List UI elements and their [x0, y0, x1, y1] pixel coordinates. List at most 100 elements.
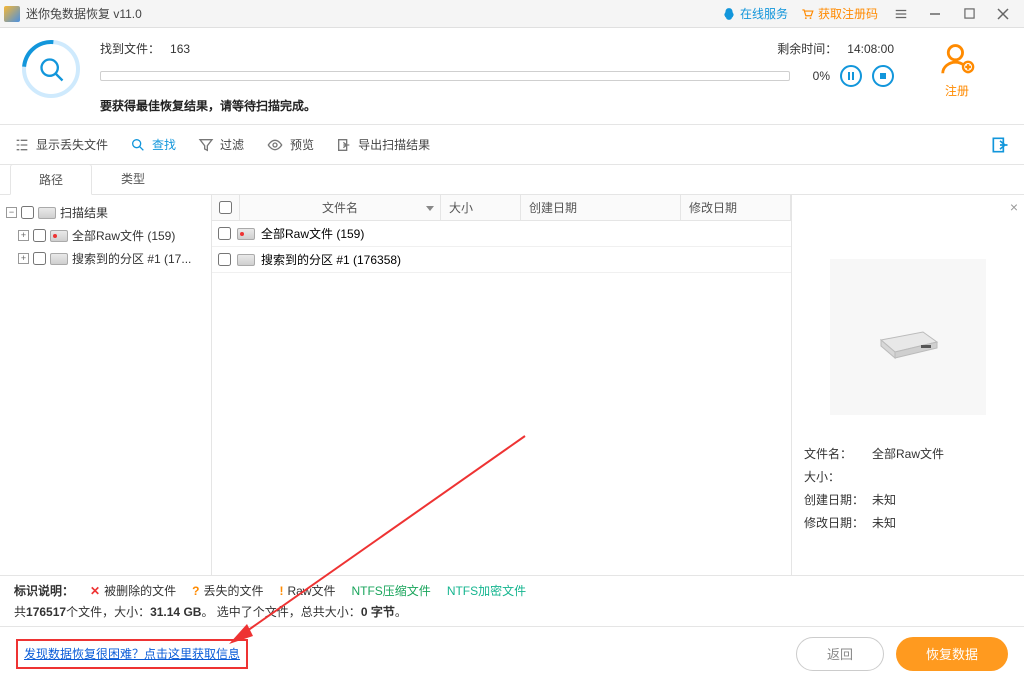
share-icon: [990, 135, 1010, 155]
find-button[interactable]: 查找: [130, 136, 176, 153]
register-label: 注册: [945, 82, 969, 99]
help-link[interactable]: 发现数据恢复很困难？点击这里获取信息: [24, 647, 240, 661]
status-line: 共176517个文件，大小：31.14 GB。 选中了个文件，总共大小：0 字节…: [0, 601, 1024, 626]
window-title: 迷你兔数据恢复 v11.0: [26, 5, 142, 22]
legend: 标识说明： ✕被删除的文件 ?丢失的文件 !Raw文件 NTFS压缩文件 NTF…: [0, 575, 1024, 601]
legend-title: 标识说明：: [14, 582, 74, 599]
recover-button[interactable]: 恢复数据: [896, 637, 1008, 671]
found-files-count: 163: [170, 42, 190, 56]
preview-thumbnail: [830, 259, 986, 415]
tree-raw-label: 全部Raw文件 (159): [72, 227, 175, 244]
raw-mark-icon: !: [279, 584, 283, 598]
total-files: 176517: [26, 605, 66, 619]
drive-red-icon: [237, 228, 255, 240]
eye-icon: [266, 137, 284, 153]
pause-button[interactable]: [840, 65, 862, 87]
tab-type[interactable]: 类型: [92, 163, 174, 194]
legend-raw: Raw文件: [287, 582, 335, 599]
expand-icon[interactable]: +: [18, 253, 29, 264]
scan-progress-icon: [22, 40, 82, 100]
tree-partition-checkbox[interactable]: [33, 252, 46, 265]
back-button[interactable]: 返回: [796, 637, 884, 671]
cart-icon: [800, 7, 814, 21]
detail-filename-val: 全部Raw文件: [872, 445, 944, 462]
get-reg-code-link[interactable]: 获取注册码: [800, 5, 878, 22]
details-panel: × 文件名：全部Raw文件 大小： 创建日期：未知 修改日期：未知: [792, 195, 1024, 575]
remaining-time-label: 剩余时间：: [777, 40, 837, 57]
tree-item-raw[interactable]: + 全部Raw文件 (159): [4, 224, 207, 247]
tree-root-checkbox[interactable]: [21, 206, 34, 219]
remaining-time-value: 14:08:00: [847, 42, 894, 56]
col-name[interactable]: 文件名: [240, 195, 441, 220]
drive-red-icon: [50, 230, 68, 242]
list-icon: [14, 137, 30, 153]
tree-root[interactable]: − 扫描结果: [4, 201, 207, 224]
tab-path[interactable]: 路径: [10, 164, 92, 195]
hdd-icon: [873, 312, 943, 362]
close-details-button[interactable]: ×: [1010, 199, 1018, 215]
toolbar: 显示丢失文件 查找 过滤 预览 导出扫描结果: [0, 125, 1024, 165]
select-all-checkbox[interactable]: [219, 201, 232, 214]
search-icon: [130, 137, 146, 153]
export-label: 导出扫描结果: [358, 136, 430, 153]
back-label: 返回: [827, 644, 853, 663]
preview-label: 预览: [290, 136, 314, 153]
tree-root-label: 扫描结果: [60, 204, 108, 221]
row-checkbox[interactable]: [218, 253, 231, 266]
tab-type-label: 类型: [121, 172, 145, 186]
filter-button[interactable]: 过滤: [198, 136, 244, 153]
register-button[interactable]: 注册: [912, 40, 1002, 99]
col-cdate[interactable]: 创建日期: [521, 195, 681, 220]
online-service-link[interactable]: 在线服务: [722, 5, 788, 22]
sort-desc-icon: [426, 204, 434, 212]
detail-cdate-key: 创建日期：: [804, 491, 872, 508]
list-row[interactable]: 搜索到的分区 #1 (176358): [212, 247, 791, 273]
drive-icon: [237, 254, 255, 266]
get-reg-code-label: 获取注册码: [818, 5, 878, 22]
tree-raw-checkbox[interactable]: [33, 229, 46, 242]
stop-button[interactable]: [872, 65, 894, 87]
tree-panel: − 扫描结果 + 全部Raw文件 (159) + 搜索到的分区 #1 (17..…: [0, 195, 212, 575]
deleted-mark-icon: ✕: [90, 584, 100, 598]
bottom-bar: 发现数据恢复很困难？点击这里获取信息 返回 恢复数据: [0, 626, 1024, 680]
close-button[interactable]: [986, 0, 1020, 28]
detail-mdate-key: 修改日期：: [804, 514, 872, 531]
show-lost-files-button[interactable]: 显示丢失文件: [14, 136, 108, 153]
col-name-label: 文件名: [322, 199, 358, 216]
scan-panel: 找到文件： 163 剩余时间： 14:08:00 0% 要获得最佳恢复结果，请等…: [0, 28, 1024, 125]
app-icon: [4, 6, 20, 22]
funnel-icon: [198, 137, 214, 153]
hamburger-icon: [894, 7, 908, 21]
expand-icon[interactable]: +: [18, 230, 29, 241]
legend-lost: 丢失的文件: [203, 582, 263, 599]
drive-icon: [38, 207, 56, 219]
magnifier-icon: [38, 56, 66, 84]
maximize-button[interactable]: [952, 0, 986, 28]
stop-icon: [878, 71, 888, 81]
col-size-label: 大小: [449, 199, 473, 216]
row-checkbox[interactable]: [218, 227, 231, 240]
row-name: 搜索到的分区 #1 (176358): [261, 251, 401, 268]
scan-percent: 0%: [800, 69, 830, 83]
share-button[interactable]: [990, 135, 1010, 155]
col-size[interactable]: 大小: [441, 195, 521, 220]
col-cdate-label: 创建日期: [529, 199, 577, 216]
export-button[interactable]: 导出扫描结果: [336, 136, 430, 153]
list-row[interactable]: 全部Raw文件 (159): [212, 221, 791, 247]
titlebar: 迷你兔数据恢复 v11.0 在线服务 获取注册码: [0, 0, 1024, 28]
filter-label: 过滤: [220, 136, 244, 153]
collapse-icon[interactable]: −: [6, 207, 17, 218]
tree-item-partition[interactable]: + 搜索到的分区 #1 (17...: [4, 247, 207, 270]
show-lost-label: 显示丢失文件: [36, 136, 108, 153]
detail-mdate-val: 未知: [872, 514, 896, 531]
menu-button[interactable]: [884, 0, 918, 28]
file-list: 文件名 大小 创建日期 修改日期 全部Raw文件 (159) 搜索到的分区 #1…: [212, 195, 792, 575]
col-mdate[interactable]: 修改日期: [681, 195, 791, 220]
detail-filename-key: 文件名：: [804, 445, 872, 462]
minimize-button[interactable]: [918, 0, 952, 28]
preview-button[interactable]: 预览: [266, 136, 314, 153]
close-icon: [997, 8, 1009, 20]
list-header: 文件名 大小 创建日期 修改日期: [212, 195, 791, 221]
find-label: 查找: [152, 136, 176, 153]
user-plus-icon: [938, 40, 976, 78]
